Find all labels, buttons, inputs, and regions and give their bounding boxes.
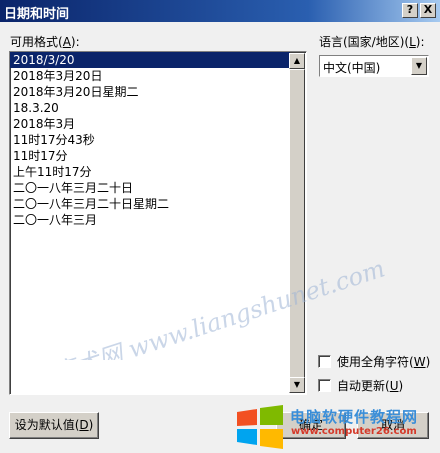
scroll-down-arrow-icon[interactable]: ▼ — [289, 377, 305, 393]
scroll-up-arrow-icon[interactable]: ▲ — [289, 53, 305, 69]
fullwidth-checkbox[interactable] — [318, 355, 331, 368]
title-bar: 日期和时间 ? X — [0, 0, 440, 22]
vertical-scrollbar[interactable]: ▲ ▼ — [289, 53, 305, 393]
window-title: 日期和时间 — [4, 7, 70, 22]
chevron-down-icon[interactable]: ▼ — [411, 57, 427, 75]
list-item[interactable]: 二〇一八年三月二十日 — [10, 180, 306, 196]
list-item[interactable]: 11时17分43秒 — [10, 132, 306, 148]
list-item[interactable]: 2018年3月 — [10, 116, 306, 132]
formats-list: 2018/3/20 2018年3月20日 2018年3月20日星期二 18.3.20 2… — [10, 52, 306, 228]
logo-url: www.computer26.com — [291, 426, 417, 437]
formats-label: 可用格式(A): — [10, 35, 80, 49]
autoupdate-label[interactable]: 自动更新(U) — [337, 377, 403, 394]
language-select[interactable]: 中文(中国) ▼ — [319, 55, 429, 77]
language-label: 语言(国家/地区)(L): — [319, 35, 425, 49]
list-item[interactable]: 2018/3/20 — [10, 52, 290, 68]
set-default-button[interactable]: 设为默认值(D) — [9, 412, 99, 439]
list-item[interactable]: 二〇一八年三月二十日星期二 — [10, 196, 306, 212]
help-button[interactable]: ? — [402, 3, 418, 18]
list-item[interactable]: 18.3.20 — [10, 100, 306, 116]
list-item[interactable]: 2018年3月20日 — [10, 68, 306, 84]
list-item[interactable]: 上午11时17分 — [10, 164, 306, 180]
logo-text: 电脑软硬件教程网 — [290, 408, 419, 426]
autoupdate-checkbox[interactable] — [318, 379, 331, 392]
fullwidth-label[interactable]: 使用全角字符(W) — [337, 353, 430, 370]
formats-listbox[interactable]: 2018/3/20 2018年3月20日 2018年3月20日星期二 18.3.20 2… — [9, 51, 307, 395]
list-item[interactable]: 11时17分 — [10, 148, 306, 164]
scroll-thumb[interactable] — [289, 69, 305, 379]
list-item[interactable]: 二〇一八年三月 — [10, 212, 306, 228]
close-button[interactable]: X — [420, 3, 436, 18]
list-item[interactable]: 2018年3月20日星期二 — [10, 84, 306, 100]
language-value: 中文(中国) — [323, 61, 381, 75]
